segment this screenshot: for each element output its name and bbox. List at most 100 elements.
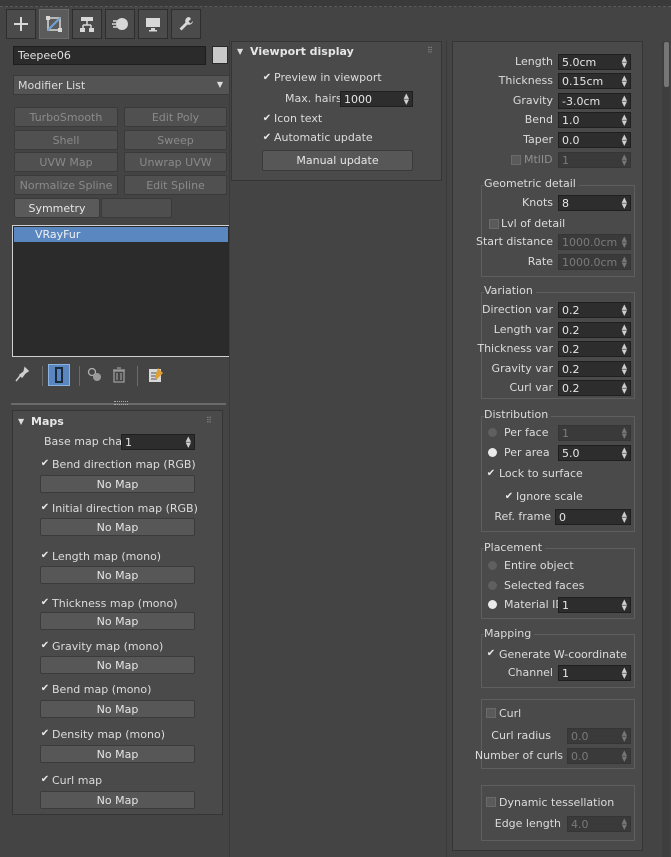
trash-icon[interactable]	[111, 366, 127, 384]
ignore-scale-checkbox[interactable]: ✔	[504, 492, 514, 502]
motion-tab[interactable]	[105, 9, 135, 39]
taper-spinner[interactable]: 0.0 ▲ ▼	[558, 132, 631, 148]
parameters-rollout: Length 5.0cm ▲ ▼ Thickness 0.15cm ▲ ▼ Gravit…	[452, 41, 643, 851]
automatic-update-checkbox[interactable]: ✔	[262, 133, 272, 143]
object-color-swatch[interactable]	[212, 46, 228, 64]
object-name-field[interactable]: Teepee06	[13, 46, 206, 65]
normalize-spline-button[interactable]: Normalize Spline	[14, 175, 118, 195]
create-tab[interactable]	[6, 9, 36, 39]
curl-map-button[interactable]: No Map	[40, 791, 195, 809]
preview-in-viewport-checkbox[interactable]: ✔	[262, 73, 272, 83]
pin-stack-icon[interactable]	[14, 366, 30, 384]
icon-text-checkbox[interactable]: ✔	[262, 114, 272, 124]
ref-frame-spinner[interactable]: 0 ▲ ▼	[555, 509, 631, 525]
material-id-radio[interactable]	[488, 600, 497, 609]
bend-map-button[interactable]: No Map	[40, 700, 195, 718]
knots-spinner[interactable]: 8 ▲ ▼	[558, 195, 631, 211]
modify-tab[interactable]	[39, 9, 69, 39]
show-end-result-icon[interactable]	[48, 364, 70, 386]
length-map-button[interactable]: No Map	[40, 566, 195, 584]
lvl-of-detail-checkbox[interactable]	[489, 219, 499, 229]
per-area-spinner[interactable]: 5.0 ▲ ▼	[558, 445, 631, 461]
edit-spline-button[interactable]: Edit Spline	[124, 175, 227, 195]
thickness-spinner[interactable]: 0.15cm ▲ ▼	[558, 73, 631, 89]
initial-direction-map-button[interactable]: No Map	[40, 518, 195, 536]
per-face-spinner[interactable]: 1 ▲ ▼	[558, 425, 631, 441]
splitter-grip[interactable]	[114, 401, 128, 405]
utilities-tab[interactable]	[171, 9, 201, 39]
bend-map-checkbox[interactable]: ✔	[40, 684, 50, 694]
initial-direction-map-checkbox[interactable]: ✔	[40, 503, 50, 513]
length-var-spinner[interactable]: 0.2 ▲ ▼	[558, 322, 631, 338]
gravity-map-label: Gravity map (mono)	[52, 640, 164, 653]
bend-direction-map-button[interactable]: No Map	[40, 475, 195, 493]
stack-item-vrayfur[interactable]: VRayFur	[14, 227, 228, 242]
start-distance-spinner[interactable]: 1000.0cm ▲ ▼	[558, 234, 631, 250]
symmetry-button[interactable]: Symmetry	[14, 198, 100, 218]
hierarchy-tab[interactable]	[72, 9, 102, 39]
shell-button[interactable]: Shell	[14, 130, 118, 150]
dynamic-tessellation-checkbox[interactable]	[486, 797, 496, 807]
bend-spinner[interactable]: 1.0 ▲ ▼	[558, 112, 631, 128]
uvw-map-button[interactable]: UVW Map	[14, 152, 118, 172]
rollout-grip-icon[interactable]: ⠿	[206, 416, 212, 425]
mtlid-label: MtlID	[524, 153, 553, 166]
selected-faces-radio[interactable]	[488, 581, 497, 590]
entire-object-radio[interactable]	[488, 561, 497, 570]
curl-checkbox[interactable]	[486, 708, 496, 718]
unwrap-uvw-button[interactable]: Unwrap UVW	[124, 152, 227, 172]
thickness-map-button[interactable]: No Map	[40, 612, 195, 630]
max-hairs-spinner[interactable]: 1000 ▲ ▼	[340, 91, 413, 107]
rate-spinner[interactable]: 1000.0cm ▲ ▼	[558, 254, 631, 270]
mtlid-spinner[interactable]: 1 ▲ ▼	[558, 152, 631, 168]
curl-map-checkbox[interactable]: ✔	[40, 775, 50, 785]
maps-rollout-title[interactable]: Maps	[31, 415, 64, 428]
length-spinner[interactable]: 5.0cm ▲ ▼	[558, 54, 631, 70]
bend-direction-map-label: Bend direction map (RGB)	[52, 458, 196, 471]
mtlid-checkbox[interactable]	[511, 155, 521, 165]
make-unique-icon[interactable]	[86, 366, 104, 384]
configure-sets-icon[interactable]	[147, 366, 165, 384]
display-tab[interactable]	[138, 9, 168, 39]
density-map-checkbox[interactable]: ✔	[40, 729, 50, 739]
per-area-radio[interactable]	[488, 448, 497, 457]
density-map-label: Density map (mono)	[52, 728, 165, 741]
sweep-button[interactable]: Sweep	[124, 130, 227, 150]
number-of-curls-value: 0.0	[571, 750, 589, 763]
number-of-curls-spinner[interactable]: 0.0 ▲ ▼	[567, 748, 631, 764]
direction-var-spinner[interactable]: 0.2 ▲ ▼	[558, 302, 631, 318]
edit-poly-button[interactable]: Edit Poly	[124, 107, 227, 127]
thickness-var-spinner[interactable]: 0.2 ▲ ▼	[558, 341, 631, 357]
turbosmooth-button[interactable]: TurboSmooth	[14, 107, 118, 127]
curl-radius-spinner[interactable]: 0.0 ▲ ▼	[567, 728, 631, 744]
lock-to-surface-checkbox[interactable]: ✔	[486, 469, 496, 479]
base-map-chan-spinner[interactable]: 1 ▲ ▼	[121, 434, 195, 450]
generate-w-coordinate-label: Generate W-coordinate	[499, 648, 627, 661]
scrollbar-thumb[interactable]	[664, 42, 669, 87]
edge-length-spinner[interactable]: 4.0 ▲ ▼	[567, 816, 631, 832]
length-map-checkbox[interactable]: ✔	[40, 551, 50, 561]
manual-update-button[interactable]: Manual update	[262, 150, 413, 171]
collapse-arrow-icon[interactable]: ▼	[18, 417, 24, 426]
scrollbar-track[interactable]	[662, 41, 670, 857]
gravity-map-button[interactable]: No Map	[40, 656, 195, 674]
toolbar-divider	[42, 366, 43, 386]
viewport-display-title[interactable]: Viewport display	[250, 45, 354, 58]
material-id-spinner[interactable]: 1 ▲ ▼	[558, 597, 631, 613]
length-value: 5.0cm	[562, 56, 597, 69]
gravity-map-checkbox[interactable]: ✔	[40, 641, 50, 651]
gravity-spinner[interactable]: -3.0cm ▲ ▼	[558, 93, 631, 109]
density-map-button[interactable]: No Map	[40, 745, 195, 763]
geometric-detail-title: Geometric detail	[484, 177, 579, 190]
thickness-map-checkbox[interactable]: ✔	[40, 598, 50, 608]
collapse-arrow-icon[interactable]: ▼	[237, 47, 243, 56]
gravity-var-spinner[interactable]: 0.2 ▲ ▼	[558, 361, 631, 377]
modifier-list-dropdown[interactable]: Modifier List ▼	[13, 75, 230, 95]
generate-w-coordinate-checkbox[interactable]: ✔	[486, 649, 496, 659]
empty-modifier-button[interactable]	[101, 198, 172, 218]
channel-spinner[interactable]: 1 ▲ ▼	[558, 665, 631, 681]
per-face-radio[interactable]	[488, 428, 497, 437]
bend-direction-map-checkbox[interactable]: ✔	[40, 459, 50, 469]
rollout-grip-icon[interactable]: ⠿	[427, 46, 433, 55]
curl-var-spinner[interactable]: 0.2 ▲ ▼	[558, 380, 631, 396]
